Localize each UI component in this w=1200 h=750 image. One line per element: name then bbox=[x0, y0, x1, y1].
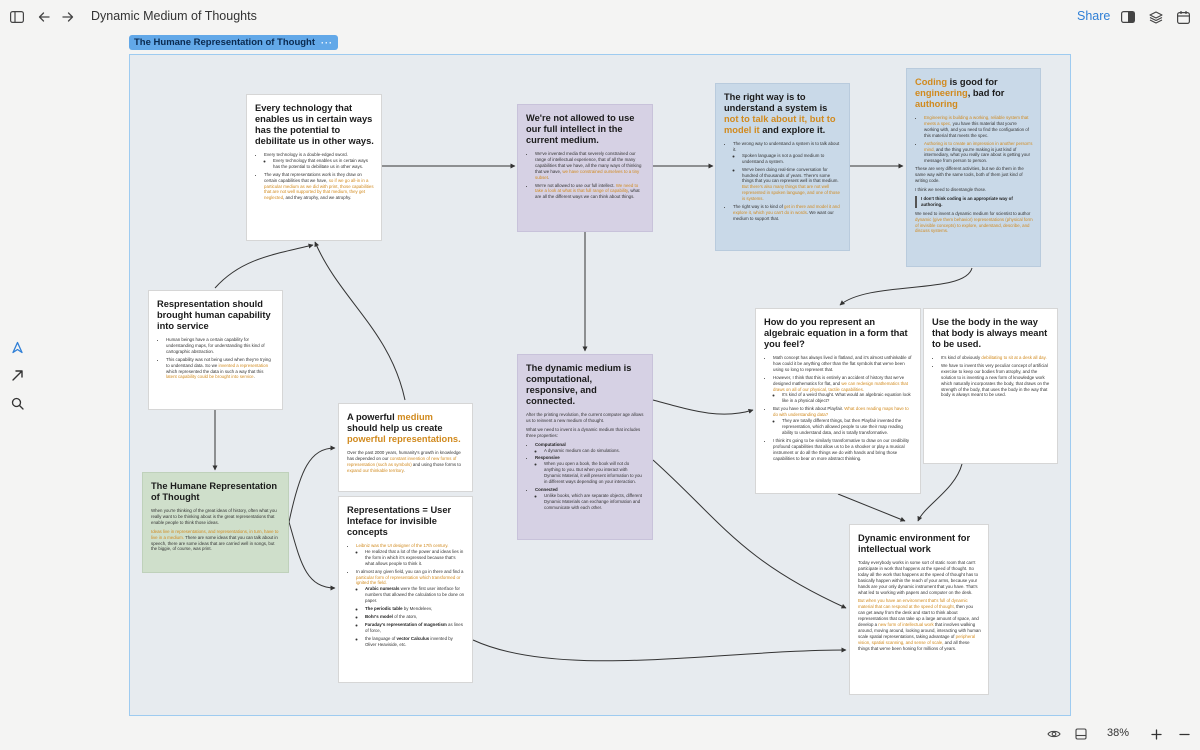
card-title: The right way is to understand a system … bbox=[724, 92, 836, 135]
back-arrow-icon[interactable] bbox=[36, 9, 52, 25]
card-title: A powerful medium should help us create … bbox=[347, 412, 461, 444]
bullet: Human beings have a certain capability f… bbox=[166, 337, 275, 355]
bullet: I think it's going to be similarly trans… bbox=[773, 438, 913, 462]
zoom-in-icon[interactable] bbox=[1148, 726, 1164, 742]
bullet: We've invented media that severely const… bbox=[535, 151, 645, 181]
bullet: ConnectedUnlike books, which are separat… bbox=[535, 487, 645, 511]
frame-label-text: The Humane Representation of Thought bbox=[134, 37, 316, 48]
zoom-out-icon[interactable] bbox=[1176, 726, 1192, 742]
bullet: Leibniz was the UI designer of the 17th … bbox=[356, 543, 465, 567]
card-respresentation[interactable]: Respresentation should brought human cap… bbox=[148, 290, 283, 410]
card-right-way[interactable]: The right way is to understand a system … bbox=[715, 83, 850, 251]
bottom-bar bbox=[0, 720, 1200, 750]
card-title: Respresentation should brought human cap… bbox=[157, 299, 271, 331]
top-bar: Dynamic Medium of Thoughts Share bbox=[0, 0, 1200, 34]
bullet: ResponsiveWhen you open a book, the book… bbox=[535, 455, 645, 485]
sub-bullet: When you open a book, the book will not … bbox=[544, 461, 645, 485]
sub-bullet: Faraday's representation of magnetism as… bbox=[365, 622, 465, 634]
calendar-icon[interactable] bbox=[1175, 9, 1191, 25]
card-dynamic-medium[interactable]: The dynamic medium is computational, res… bbox=[517, 354, 653, 540]
card-title: Representations = User Inteface for invi… bbox=[347, 505, 452, 537]
card-title: Dynamic environment for intellectual wor… bbox=[858, 533, 971, 554]
bullet: Engineering is building a working, relia… bbox=[924, 115, 1033, 139]
layers-icon[interactable] bbox=[1148, 9, 1164, 25]
paragraph: When you're thinking of the great ideas … bbox=[151, 508, 277, 525]
search-icon[interactable] bbox=[9, 395, 25, 411]
card-algebraic-equation[interactable]: How do you represent an algebraic equati… bbox=[755, 308, 921, 494]
bullet: Every technology is a double-edged sword… bbox=[264, 152, 374, 170]
card-title: Coding is good for engineering, bad for … bbox=[915, 77, 1005, 109]
paragraph: Over the past 2000 years, humanity's gro… bbox=[347, 450, 461, 473]
paragraph: Ideas live in representations, and repre… bbox=[151, 528, 279, 552]
forward-arrow-icon[interactable] bbox=[60, 9, 76, 25]
card-humane-representation[interactable]: The Humane Representation of Thought Whe… bbox=[142, 472, 289, 573]
frame-menu-button[interactable]: ··· bbox=[321, 38, 333, 48]
card-title: The Humane Representation of Thought bbox=[151, 481, 278, 502]
bullet: However, I think that this is entirely a… bbox=[773, 375, 913, 405]
paragraph: We need to invent a dynamic medium for s… bbox=[915, 210, 1033, 234]
bullet: The wrong way to understand a system is … bbox=[733, 141, 842, 202]
share-button[interactable]: Share bbox=[1077, 9, 1110, 23]
bullet: We have to invent this very peculiar con… bbox=[941, 363, 1050, 398]
sub-bullet: We've been doing real-time conversation … bbox=[742, 167, 842, 202]
sub-bullet: Arabic numerals were the first user inte… bbox=[365, 586, 465, 604]
pen-icon[interactable] bbox=[9, 339, 25, 355]
sub-bullet: Every technology that enables us in cert… bbox=[273, 158, 374, 170]
sub-bullet: Unlike books, which are separate objects… bbox=[544, 493, 645, 511]
document-title[interactable]: Dynamic Medium of Thoughts bbox=[91, 9, 257, 23]
paragraph: These are very different activities, but… bbox=[915, 166, 1024, 184]
card-full-intellect[interactable]: We're not allowed to use our full intell… bbox=[517, 104, 653, 232]
card-coding[interactable]: Coding is good for engineering, bad for … bbox=[906, 68, 1041, 267]
arrow-tool-icon[interactable] bbox=[9, 367, 25, 383]
sub-bullet: It's kind of a weird thought. What would… bbox=[782, 392, 913, 404]
card-powerful-medium[interactable]: A powerful medium should help us create … bbox=[338, 403, 473, 492]
bullet: We're not allowed to use our full intell… bbox=[535, 183, 645, 201]
sub-bullet: A dynamic medium can do simulations. bbox=[544, 448, 645, 454]
paragraph: After the printing revolution, the curre… bbox=[526, 412, 644, 423]
bullet: Math concept has always lived in flatlan… bbox=[773, 355, 913, 373]
sub-bullet: Bohr's model of the atom, bbox=[365, 614, 465, 620]
bullet: It's kind of obviously debilitating to s… bbox=[941, 355, 1050, 361]
card-title: Use the body in the way that body is alw… bbox=[932, 317, 1048, 349]
sub-bullet: They are totally different things, but t… bbox=[782, 418, 913, 436]
quote: I don't think coding is an appropriate w… bbox=[915, 195, 1033, 208]
eye-icon[interactable] bbox=[1046, 726, 1062, 742]
zoom-level[interactable]: 38% bbox=[1107, 727, 1129, 739]
bullet: Authoring is to create an impression in … bbox=[924, 141, 1033, 165]
card-representations-ui[interactable]: Representations = User Inteface for invi… bbox=[338, 496, 473, 683]
paragraph: What we need to invent is a dynamic medi… bbox=[526, 426, 641, 438]
print-icon[interactable] bbox=[1073, 726, 1089, 742]
card-title: Every technology that enables us in cert… bbox=[255, 103, 374, 146]
frame-label[interactable]: The Humane Representation of Thought ··· bbox=[129, 35, 339, 50]
bullet: In almost any given field, you can go in… bbox=[356, 569, 465, 648]
card-title: How do you represent an algebraic equati… bbox=[764, 317, 908, 349]
card-use-body[interactable]: Use the body in the way that body is alw… bbox=[923, 308, 1058, 464]
sub-bullet: The periodic table by Mendeleev, bbox=[365, 606, 465, 612]
panel-icon[interactable] bbox=[1120, 9, 1136, 25]
paragraph: I think we need to disentangle those. bbox=[915, 186, 987, 192]
card-technology[interactable]: Every technology that enables us in cert… bbox=[246, 94, 382, 241]
sub-bullet: Spoken language is not a good medium to … bbox=[742, 153, 842, 165]
card-title: We're not allowed to use our full intell… bbox=[526, 113, 635, 145]
sub-bullet: the language of vector Calculus invented… bbox=[365, 636, 465, 648]
sidebar-toggle-icon[interactable] bbox=[9, 9, 25, 25]
bullet: The way that representations work is the… bbox=[264, 172, 374, 202]
sub-bullet: He realized that a lot of the power and … bbox=[365, 549, 465, 567]
bullet: The right way is to kind of get in there… bbox=[733, 204, 842, 222]
bullet: ComputationalA dynamic medium can do sim… bbox=[535, 442, 645, 454]
paragraph: But when you have an environment that's … bbox=[858, 598, 981, 651]
paragraph: Today everybody works in some sort of st… bbox=[858, 560, 979, 595]
bullet: This capability was not being used when … bbox=[166, 357, 275, 381]
card-title: The dynamic medium is computational, res… bbox=[526, 363, 632, 406]
bullet: But you have to think about Playfair. Wh… bbox=[773, 406, 913, 436]
card-dynamic-environment[interactable]: Dynamic environment for intellectual wor… bbox=[849, 524, 989, 695]
